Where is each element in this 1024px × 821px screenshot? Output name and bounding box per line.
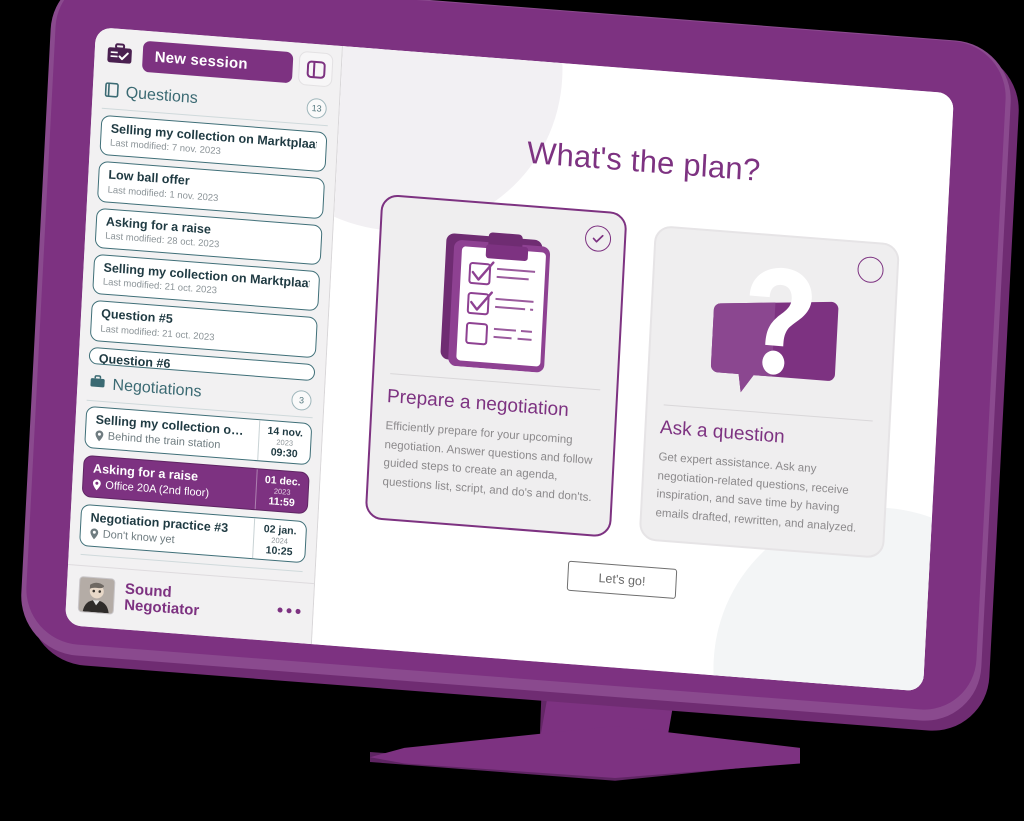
briefcase-check-icon bbox=[102, 38, 138, 71]
briefcase-icon bbox=[89, 374, 106, 394]
location-pin-icon bbox=[92, 479, 101, 491]
negotiation-main: Asking for a raise Office 20A (2nd floor… bbox=[83, 456, 257, 509]
location-pin-icon bbox=[95, 430, 104, 442]
option-card-prepare-negotiation[interactable]: Prepare a negotiation Efficiently prepar… bbox=[364, 193, 628, 538]
negotiation-when: 02 jan. 2024 10:25 bbox=[252, 518, 307, 563]
new-session-label: New session bbox=[154, 48, 249, 73]
negotiation-time: 11:59 bbox=[268, 495, 296, 510]
sidebar-toggle-icon bbox=[306, 60, 326, 79]
sidebar-toggle-button[interactable] bbox=[297, 50, 334, 88]
negotiation-main: Selling my collection on Markt.. Behind … bbox=[85, 407, 259, 460]
question-speech-bubble-icon bbox=[661, 242, 883, 417]
questions-list: Selling my collection on Marktplaats Las… bbox=[79, 114, 338, 382]
negotiation-when: 14 nov. 2023 09:30 bbox=[257, 420, 312, 465]
option-card-body: Get expert assistance. Ask any negotiati… bbox=[655, 451, 857, 535]
negotiations-list: Selling my collection on Markt.. Behind … bbox=[69, 405, 322, 564]
option-card-body: Efficiently prepare for your upcoming ne… bbox=[382, 419, 593, 505]
new-session-button[interactable]: New session bbox=[141, 40, 294, 83]
monitor-mockup: New session Questions 13 Selling my coll… bbox=[0, 0, 1024, 821]
user-name: Sound Negotiator bbox=[123, 580, 269, 625]
monitor-stand-base bbox=[370, 726, 800, 778]
avatar bbox=[77, 575, 116, 615]
negotiation-when: 01 dec. 2023 11:59 bbox=[254, 469, 309, 514]
sidebar: New session Questions 13 Selling my coll… bbox=[64, 27, 344, 645]
location-pin-icon bbox=[90, 528, 99, 540]
negotiation-location-text: Don't know yet bbox=[102, 528, 175, 547]
option-cards: Prepare a negotiation Efficiently prepar… bbox=[319, 156, 949, 562]
main-panel: What's the plan? Prepare a negotiation E… bbox=[311, 46, 954, 692]
book-icon bbox=[104, 82, 119, 103]
lets-go-button[interactable]: Let's go! bbox=[566, 560, 678, 599]
screen: New session Questions 13 Selling my coll… bbox=[64, 27, 955, 692]
negotiation-time: 10:25 bbox=[265, 544, 293, 559]
option-card-ask-question[interactable]: Ask a question Get expert assistance. As… bbox=[638, 224, 900, 559]
negotiations-count-badge: 3 bbox=[290, 389, 313, 411]
user-name-line2: Negotiator bbox=[123, 596, 200, 620]
negotiation-list-item[interactable]: Negotiation practice #3 Don't know yet 0… bbox=[79, 504, 308, 564]
negotiation-main: Negotiation practice #3 Don't know yet bbox=[80, 505, 254, 558]
negotiation-time: 09:30 bbox=[270, 446, 298, 461]
more-options-icon[interactable] bbox=[277, 606, 301, 614]
negotiation-list-item[interactable]: Asking for a raise Office 20A (2nd floor… bbox=[81, 455, 310, 515]
questions-count-badge: 13 bbox=[306, 97, 328, 120]
clipboard-checklist-icon bbox=[388, 211, 610, 386]
